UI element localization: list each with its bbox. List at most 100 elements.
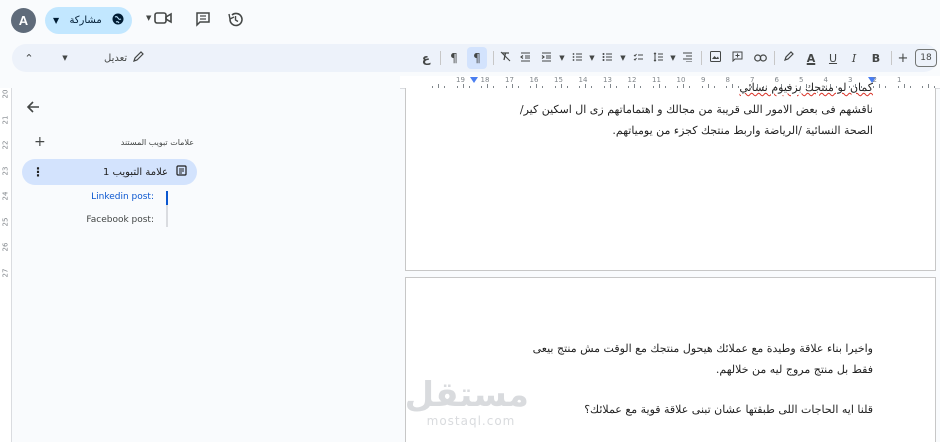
toolbar-divider — [774, 51, 775, 65]
ruler-number: 18 — [480, 76, 490, 84]
text-direction-button[interactable]: ع — [419, 44, 433, 72]
tab-title-group: علامة التبويب 1 — [103, 165, 187, 179]
more-options-icon[interactable]: ⋮ — [32, 165, 44, 179]
document-icon — [176, 165, 187, 179]
doc-paragraph-line[interactable]: قلنا ايه الحاجات اللى طبقتها عشان تبنى ع… — [584, 403, 873, 416]
share-button[interactable]: ▼ مشاركة — [45, 7, 132, 34]
line-spacing-button[interactable] — [650, 44, 666, 72]
increase-font-size-button[interactable]: + — [896, 44, 910, 72]
ruler-number: 1 — [897, 76, 902, 84]
numbered-list-button[interactable] — [569, 44, 585, 72]
underline-button[interactable]: U — [825, 44, 841, 72]
italic-icon: I — [851, 51, 857, 65]
ltr-paragraph-button[interactable]: ¶ — [446, 44, 462, 72]
history-icon — [227, 11, 244, 28]
document-tabs-header: + علامات تبويب المستند — [34, 134, 194, 150]
ruler-number: 9 — [701, 76, 706, 84]
italic-button[interactable]: I — [846, 44, 862, 72]
highlight-color-button[interactable] — [780, 44, 796, 72]
link-icon — [753, 52, 767, 65]
avatar-letter: A — [18, 13, 29, 28]
doc-paragraph-line[interactable]: واخيرا بناء علاقة وطيدة مع عملائك هيحول … — [533, 342, 873, 355]
insert-link-button[interactable] — [752, 44, 768, 72]
line-spacing-icon — [653, 51, 664, 65]
left-indent-marker[interactable] — [470, 77, 478, 83]
globe-icon — [112, 13, 124, 28]
ruler-number: 16 — [529, 76, 539, 84]
mode-dropdown-button[interactable]: ▼ — [58, 44, 72, 72]
align-right-button[interactable] — [679, 44, 695, 72]
tab-title: علامة التبويب 1 — [102, 166, 168, 178]
chevron-down-icon: ▼ — [670, 54, 676, 62]
vertical-ruler-number: 26 — [1, 242, 10, 252]
chevron-down-icon[interactable]: ▼ — [53, 16, 59, 25]
checklist-button[interactable] — [630, 44, 646, 72]
add-comment-button[interactable] — [729, 44, 745, 72]
rtl-text-icon: ع — [421, 51, 431, 65]
document-outline-panel: + علامات تبويب المستند ⋮ علامة التبويب 1… — [12, 88, 400, 442]
pencil-icon — [133, 51, 145, 65]
ruler-number: 13 — [603, 76, 612, 84]
doc-paragraph-line[interactable]: ناقشهم فى بعض الامور اللى قريبة من مجالك… — [520, 103, 873, 116]
vertical-ruler-number: 24 — [1, 191, 10, 201]
bold-button[interactable]: B — [868, 44, 884, 72]
vertical-ruler-number: 20 — [1, 89, 10, 99]
add-tab-button[interactable]: + — [34, 134, 46, 150]
outline-heading-linkedin[interactable]: Linkedin post: — [72, 192, 154, 202]
account-avatar[interactable]: A — [11, 8, 36, 33]
collapse-toolbar-button[interactable]: ⌃ — [22, 44, 36, 72]
add-comment-icon — [732, 51, 743, 65]
indent-decrease-button[interactable] — [517, 44, 533, 72]
ruler-number: 14 — [578, 76, 588, 84]
numbered-list-icon — [572, 52, 583, 65]
chevron-down-icon: ▼ — [146, 14, 152, 22]
doc-paragraph-line[interactable]: الصحة النسائية /الرياضة واربط منتجك كجزء… — [612, 124, 873, 137]
vertical-ruler-number: 27 — [1, 268, 10, 277]
text-color-button[interactable]: A — [803, 44, 819, 72]
bullet-list-button[interactable] — [599, 44, 615, 72]
ruler-number: 2 — [872, 76, 877, 84]
share-label: مشاركة — [69, 15, 102, 26]
doc-paragraph-line[interactable]: فقط بل منتج مروج ليه من خلالهم. — [716, 363, 873, 376]
vertical-ruler-number: 22 — [1, 140, 10, 150]
outline-heading-facebook[interactable]: Facebook post: — [72, 215, 154, 225]
document-page-1[interactable]: كمان لو منتجك بزفيوم نسائي ناقشهم فى بعض… — [405, 81, 936, 271]
mode-label: تعديل — [104, 52, 128, 64]
align-right-icon — [682, 51, 693, 65]
document-tab-1[interactable]: ⋮ علامة التبويب 1 — [22, 159, 197, 185]
insert-image-button[interactable] — [707, 44, 723, 72]
checklist-dropdown[interactable]: ▼ — [618, 44, 628, 72]
highlighter-icon — [783, 51, 794, 65]
version-history-button[interactable] — [227, 11, 244, 28]
numbered-list-dropdown[interactable]: ▼ — [557, 44, 567, 72]
chevron-up-icon: ⌃ — [24, 51, 34, 65]
editing-mode-selector[interactable]: تعديل — [104, 44, 145, 72]
image-icon — [709, 51, 721, 65]
align-dropdown[interactable]: ▼ — [668, 44, 678, 72]
doc-paragraph-line[interactable]: كمان لو منتجك بزفيوم نسائي — [739, 81, 873, 94]
top-bar: A ▼ مشاركة ▼ — [0, 0, 940, 42]
toolbar-divider — [701, 51, 702, 65]
indent-increase-button[interactable] — [538, 44, 554, 72]
rtl-paragraph-icon: ¶ — [473, 51, 481, 65]
ruler-number: 19 — [456, 76, 465, 84]
watermark-logo-text: مستقل — [404, 375, 529, 415]
close-outline-button[interactable] — [26, 100, 40, 117]
clear-formatting-button[interactable] — [497, 44, 513, 72]
vertical-ruler-number: 25 — [1, 217, 10, 226]
arrow-back-icon — [26, 101, 40, 117]
font-size-input[interactable]: 18 — [915, 49, 937, 67]
outline-tree-line — [166, 191, 168, 227]
rtl-paragraph-button[interactable]: ¶ — [467, 47, 487, 69]
indent-decrease-icon — [519, 51, 531, 65]
format-toolbar: ⌃ ▼ تعديل ع ¶ ¶ ▼ ▼ ▼ ▼ A U I B + 18 — [12, 44, 938, 72]
ruler-number: 8 — [725, 76, 730, 84]
bullet-list-dropdown[interactable]: ▼ — [587, 44, 597, 72]
plus-icon: + — [34, 134, 46, 150]
ruler-number: 15 — [554, 76, 563, 84]
meet-button[interactable]: ▼ — [146, 11, 173, 25]
vertical-ruler-number: 21 — [1, 115, 10, 124]
comments-button[interactable] — [195, 11, 211, 27]
indent-increase-icon — [541, 51, 552, 65]
vertical-ruler: 20 21 22 23 24 25 26 27 — [0, 88, 12, 442]
